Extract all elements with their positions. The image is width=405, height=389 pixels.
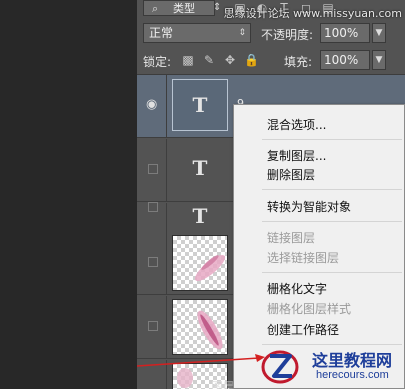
visibility-toggle[interactable] — [137, 232, 167, 294]
menu-separator — [262, 139, 402, 140]
menu-separator — [262, 221, 402, 222]
menu-item-rasterize-type[interactable]: 栅格化文字 — [267, 280, 327, 297]
eye-icon: ◉ — [146, 97, 158, 112]
updown-arrows-icon: ⇕ — [213, 2, 222, 13]
updown-arrows-icon: ⇕ — [238, 28, 246, 38]
search-icon: ⌕ — [152, 2, 159, 15]
blend-mode-value: 正常 — [149, 26, 174, 40]
menu-item-select-linked-layers: 选择链接图层 — [267, 251, 340, 265]
site-watermark: 思缘设计论坛 www.missyuan.com — [223, 7, 402, 20]
lock-row: 锁定: ▩ ✎ ✥ 🔒 填充: 100% ▼ — [137, 50, 405, 72]
site-logo: 这里教程网 herecours.com — [254, 343, 405, 389]
logo-url: herecours.com — [316, 369, 389, 381]
logo-title: 这里教程网 — [312, 351, 393, 370]
menu-item-duplicate-layer[interactable]: 复制图层... — [267, 147, 326, 164]
layer-filter-row: ⌕ 类型 ⇕ ▣ ◐ T ◻ ▤ 思缘设计论坛 www.missyuan.com — [137, 0, 405, 20]
menu-item-create-work-path[interactable]: 创建工作路径 — [267, 321, 339, 338]
fill-dropdown-button[interactable]: ▼ — [372, 50, 386, 70]
menu-separator — [262, 272, 402, 273]
image-layer-thumbnail — [172, 235, 228, 291]
fill-input[interactable]: 100% — [320, 50, 370, 70]
lock-label: 锁定: — [143, 55, 172, 69]
lock-image-pixels-icon[interactable]: ✎ — [202, 53, 216, 67]
blend-row: 正常 ⇕ 不透明度: 100% ▼ — [137, 22, 405, 44]
lock-position-icon[interactable]: ✥ — [223, 53, 237, 67]
menu-item-convert-to-smart-object[interactable]: 转换为智能对象 — [267, 198, 351, 215]
opacity-dropdown-button[interactable]: ▼ — [372, 23, 386, 43]
menu-separator — [262, 189, 402, 190]
visibility-box — [148, 164, 158, 174]
fill-label: 填充: — [284, 55, 313, 69]
opacity-label: 不透明度: — [261, 28, 314, 42]
layer-name[interactable]: 图层 — [211, 378, 235, 389]
opacity-input[interactable]: 100% — [320, 23, 370, 43]
visibility-box — [148, 321, 158, 331]
menu-item-link-layers: 链接图层 — [267, 231, 316, 245]
red-pointer-arrow — [137, 354, 265, 367]
visibility-box — [148, 202, 158, 212]
visibility-toggle[interactable]: ◉ — [137, 75, 167, 137]
blend-mode-select[interactable]: 正常 ⇕ — [143, 23, 251, 43]
layer-kind-label: 类型 — [173, 2, 195, 15]
visibility-toggle[interactable] — [137, 139, 167, 201]
menu-item-blending-options[interactable]: 混合选项... — [267, 116, 326, 133]
lock-transparent-pixels-icon[interactable]: ▩ — [181, 53, 195, 67]
text-layer-thumbnail: T — [192, 156, 208, 180]
z-logo-icon — [261, 350, 299, 384]
menu-item-rasterize-layer-style: 栅格化图层样式 — [267, 302, 352, 316]
layer-kind-filter[interactable]: ⌕ 类型 ⇕ — [143, 0, 221, 16]
document-canvas — [0, 0, 137, 389]
text-layer-thumbnail: T — [172, 79, 228, 131]
image-layer-thumbnail — [172, 299, 228, 355]
menu-item-delete-layer[interactable]: 删除图层 — [267, 166, 315, 183]
visibility-toggle[interactable] — [137, 296, 167, 358]
lock-all-icon[interactable]: 🔒 — [244, 53, 259, 67]
visibility-box — [148, 257, 158, 267]
